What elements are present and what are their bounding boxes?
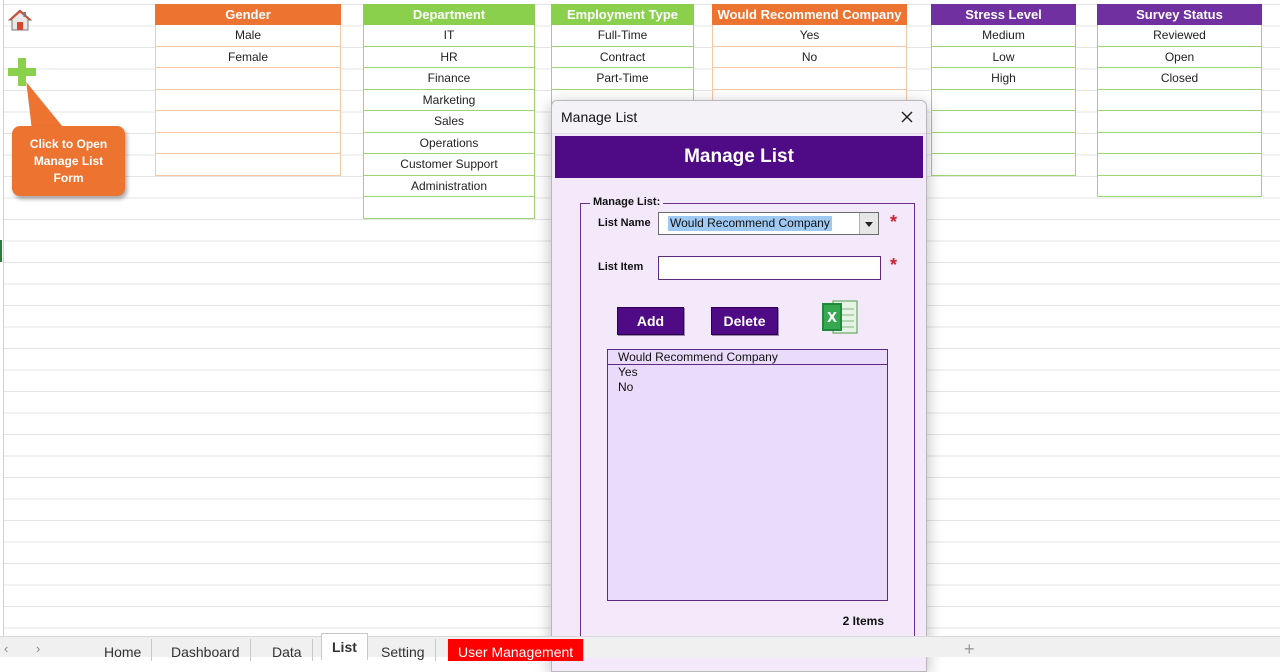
delete-button[interactable]: Delete — [711, 307, 778, 335]
table-cell[interactable]: IT — [363, 25, 535, 47]
table-cell[interactable] — [1097, 175, 1262, 197]
table-cell[interactable]: HR — [363, 46, 535, 68]
table-cell[interactable] — [1097, 154, 1262, 176]
dialog-titlebar[interactable]: Manage List — [552, 101, 926, 134]
chevron-left-icon[interactable]: ‹ — [4, 641, 8, 656]
manage-list-dialog: Manage List Manage List Manage List: Lis… — [551, 100, 927, 672]
table-cell[interactable] — [1097, 132, 1262, 154]
table-header: Survey Status — [1097, 4, 1262, 25]
callout-text: Click to Open Manage List Form — [29, 136, 108, 185]
row-header-strip — [0, 0, 4, 636]
table-cell[interactable]: Full-Time — [551, 25, 694, 47]
open-form-callout: Click to Open Manage List Form — [12, 126, 125, 196]
table-cell[interactable]: Yes — [712, 25, 907, 47]
home-icon[interactable] — [8, 8, 32, 32]
table-cell[interactable] — [931, 154, 1076, 176]
table-cell[interactable] — [931, 111, 1076, 133]
list-name-label: List Name — [598, 217, 651, 229]
list-items-listbox[interactable]: Would Recommend Company Yes No — [607, 349, 888, 601]
sheet-tab-bar: ‹ › Home Dashboard Data List Setting Use… — [0, 633, 1280, 661]
table-cell[interactable]: Closed — [1097, 68, 1262, 90]
required-asterisk: * — [890, 212, 898, 232]
chevron-down-icon[interactable] — [859, 213, 878, 234]
table-cell[interactable]: No — [712, 46, 907, 68]
table-cell[interactable] — [155, 68, 341, 90]
table-cell[interactable] — [712, 68, 907, 90]
list-item-label: List Item — [598, 261, 644, 273]
dialog-banner: Manage List — [555, 136, 923, 178]
listbox-item[interactable]: No — [608, 380, 887, 395]
table-cell[interactable]: Part-Time — [551, 68, 694, 90]
tab-data[interactable]: Data — [262, 639, 313, 661]
gender-list-table: Gender Male Female — [155, 4, 341, 176]
stress-level-list-table: Stress Level Medium Low High — [931, 4, 1076, 176]
table-cell[interactable]: Open — [1097, 46, 1262, 68]
table-header: Department — [363, 4, 535, 25]
department-list-table: Department IT HR Finance Marketing Sales Opera… — [363, 4, 535, 219]
listbox-item[interactable]: Yes — [608, 365, 887, 380]
table-header: Gender — [155, 4, 341, 25]
tab-user-management[interactable]: User Management — [448, 639, 585, 661]
chevron-right-icon[interactable]: › — [36, 641, 40, 656]
tab-dashboard[interactable]: Dashboard — [161, 639, 251, 661]
add-sheet-icon[interactable]: + — [964, 639, 975, 660]
table-cell[interactable] — [155, 89, 341, 111]
table-cell[interactable] — [931, 89, 1076, 111]
table-cell[interactable] — [155, 132, 341, 154]
table-cell[interactable] — [1097, 89, 1262, 111]
listbox-header: Would Recommend Company — [608, 350, 887, 365]
table-cell[interactable]: Male — [155, 25, 341, 47]
table-cell[interactable]: Reviewed — [1097, 25, 1262, 47]
selection-marker — [0, 240, 2, 262]
list-item-input[interactable] — [658, 256, 881, 280]
survey-status-list-table: Survey Status Reviewed Open Closed — [1097, 4, 1262, 197]
excel-export-icon[interactable]: X — [820, 297, 860, 337]
add-button[interactable]: Add — [617, 307, 684, 335]
dialog-title: Manage List — [561, 109, 638, 125]
list-name-combobox[interactable]: Would Recommend Company — [658, 212, 879, 235]
tab-setting[interactable]: Setting — [371, 639, 436, 661]
table-header: Employment Type — [551, 4, 694, 25]
table-cell[interactable]: High — [931, 68, 1076, 90]
table-cell[interactable]: Operations — [363, 132, 535, 154]
table-cell[interactable]: Administration — [363, 175, 535, 197]
table-cell[interactable]: Customer Support — [363, 154, 535, 176]
svg-text:X: X — [827, 311, 837, 326]
table-cell[interactable] — [155, 111, 341, 133]
table-header: Would Recommend Company — [712, 4, 907, 25]
table-cell[interactable] — [363, 197, 535, 219]
required-asterisk: * — [890, 255, 898, 275]
table-cell[interactable] — [931, 132, 1076, 154]
table-cell[interactable]: Sales — [363, 111, 535, 133]
table-header: Stress Level — [931, 4, 1076, 25]
table-cell[interactable]: Marketing — [363, 89, 535, 111]
table-cell[interactable]: Female — [155, 46, 341, 68]
tab-home[interactable]: Home — [94, 639, 153, 661]
table-cell[interactable]: Finance — [363, 68, 535, 90]
item-count: 2 Items — [842, 614, 884, 628]
list-name-value: Would Recommend Company — [668, 216, 832, 231]
close-icon[interactable] — [896, 106, 918, 128]
groupbox-label: Manage List: — [590, 196, 664, 208]
table-cell[interactable] — [1097, 111, 1262, 133]
table-cell[interactable]: Medium — [931, 25, 1076, 47]
table-cell[interactable]: Contract — [551, 46, 694, 68]
table-cell[interactable]: Low — [931, 46, 1076, 68]
table-cell[interactable] — [155, 154, 341, 176]
